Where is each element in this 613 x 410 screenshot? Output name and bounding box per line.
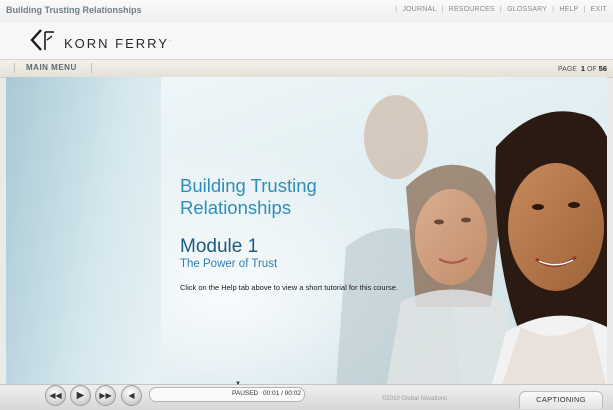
module-subtitle: The Power of Trust	[180, 258, 278, 270]
play-button[interactable]: ▶	[70, 385, 91, 406]
volume-button[interactable]: ◀	[121, 385, 142, 406]
rewind-button[interactable]: ◀◀	[45, 385, 66, 406]
course-heading: Building Trusting Relationships	[180, 175, 317, 219]
left-decorative-panel	[6, 77, 161, 388]
page-of: OF	[586, 66, 597, 73]
people-photo	[161, 77, 607, 388]
course-heading-line2: Relationships	[180, 197, 292, 218]
link-separator: |	[441, 6, 444, 13]
rewind-icon: ◀◀	[49, 391, 62, 400]
journal-link[interactable]: JOURNAL	[402, 6, 436, 13]
playback-status: PAUSED	[232, 390, 259, 397]
logo-text: KORN FERRY·	[64, 36, 171, 51]
captioning-button[interactable]: CAPTIONING	[519, 391, 603, 409]
glossary-link[interactable]: GLOSSARY	[507, 6, 547, 13]
play-icon: ▶	[76, 390, 85, 401]
module-title: Module 1	[180, 236, 259, 257]
page-indicator: PAGE 1 OF 56	[558, 64, 607, 73]
progress-marker-icon[interactable]: ▼	[235, 381, 241, 387]
volume-icon: ◀	[128, 391, 135, 400]
link-separator: |	[395, 6, 398, 13]
content-stage	[6, 77, 607, 388]
menu-divider	[14, 63, 15, 73]
main-menu-button[interactable]: MAIN MENU	[26, 63, 77, 72]
playback-time: 00:01 / 00:02	[263, 390, 301, 397]
page-total: 56	[598, 64, 607, 73]
top-bar: Building Trusting Relationships | JOURNA…	[0, 0, 613, 22]
korn-ferry-logo-mark	[30, 29, 54, 51]
page-current: 1	[580, 64, 586, 73]
help-link[interactable]: HELP	[559, 6, 578, 13]
exit-link[interactable]: EXIT	[591, 6, 607, 13]
link-separator: |	[499, 6, 502, 13]
copyright-text: ©2010 Global Novations	[382, 396, 448, 402]
fast-forward-button[interactable]: ▶▶	[95, 385, 116, 406]
main-slide-panel	[161, 77, 607, 388]
link-separator: |	[583, 6, 586, 13]
logo-name: KORN FERRY	[64, 36, 169, 51]
menu-bar: MAIN MENU PAGE 1 OF 56	[0, 59, 613, 78]
help-instruction: Click on the Help tab above to view a sh…	[180, 283, 399, 292]
link-separator: |	[552, 6, 555, 13]
top-links: | JOURNAL | RESOURCES | GLOSSARY | HELP …	[392, 6, 607, 13]
page-label: PAGE	[558, 66, 577, 73]
course-heading-line1: Building Trusting	[180, 175, 317, 196]
fast-forward-icon: ▶▶	[99, 391, 112, 400]
logo-mark-dot: ·	[169, 38, 171, 45]
resources-link[interactable]: RESOURCES	[449, 6, 495, 13]
course-title: Building Trusting Relationships	[6, 5, 142, 15]
menu-divider	[91, 63, 92, 73]
